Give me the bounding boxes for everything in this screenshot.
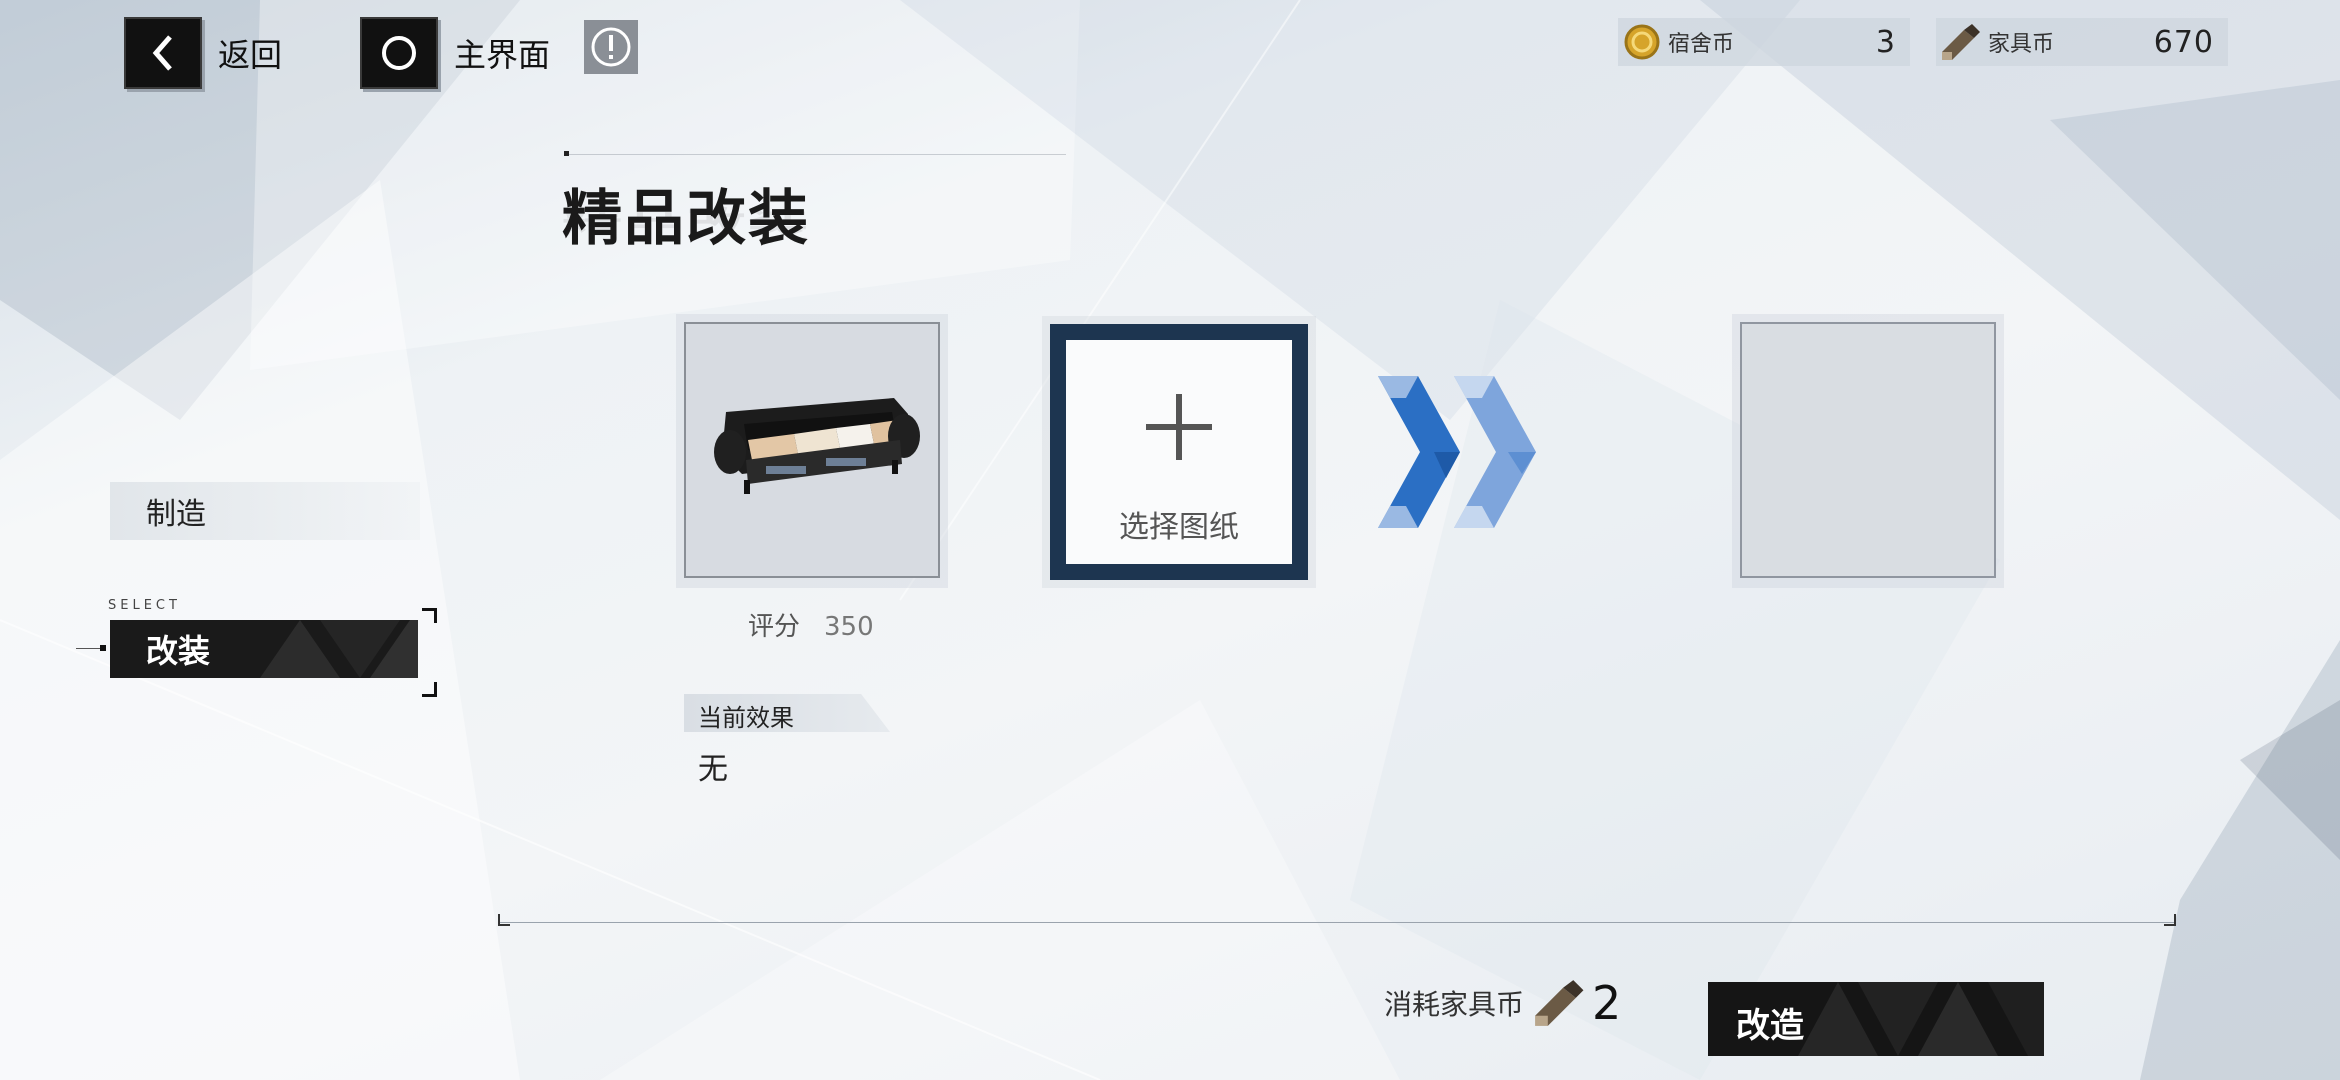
bracket-bottom-right <box>422 682 437 697</box>
plus-icon <box>1146 394 1212 460</box>
back-button[interactable]: 返回 <box>124 17 283 89</box>
current-effect-title: 当前效果 <box>698 704 794 732</box>
chevron-arrows-icon <box>1378 376 1536 528</box>
current-effect-tag: 当前效果 <box>684 694 890 732</box>
menu-item-make[interactable]: 制造 <box>110 482 420 540</box>
furniture-coin-name: 家具币 <box>1988 32 2055 57</box>
furniture-coin-value: 670 <box>2153 24 2214 60</box>
back-label: 返回 <box>218 36 283 74</box>
furniture-coin-icon <box>1942 24 1980 60</box>
score-label: 评分 <box>748 612 801 642</box>
menu-item-modify-label: 改装 <box>146 632 211 670</box>
bracket-top-right <box>422 608 437 623</box>
title-rule <box>566 154 1066 155</box>
divider-corner-left <box>498 914 510 926</box>
item-slot[interactable] <box>684 322 940 578</box>
home-circle-icon <box>360 17 438 89</box>
divider-corner-right <box>2164 914 2176 926</box>
home-button[interactable]: 主界面 <box>360 17 551 89</box>
modify-button[interactable]: 改造 <box>1708 982 2044 1056</box>
item-score: 评分 350 <box>748 606 874 643</box>
menu-item-modify[interactable]: 改装 <box>110 620 418 678</box>
cost-label: 消耗家具币 <box>1384 988 1525 1021</box>
cost-display: 消耗家具币 2 <box>1384 976 1621 1030</box>
back-arrow-icon <box>124 17 202 89</box>
furniture-coin-icon <box>1535 980 1584 1026</box>
blueprint-label: 选择图纸 <box>1119 510 1239 545</box>
current-effect-value: 无 <box>698 752 728 787</box>
sofa-icon <box>714 398 920 494</box>
select-tag: SELECT <box>108 598 181 613</box>
info-button[interactable] <box>584 20 638 74</box>
dorm-coin-value: 3 <box>1875 24 1896 60</box>
exclamation-icon <box>591 27 631 67</box>
menu-item-make-label: 制造 <box>146 497 206 532</box>
dorm-coin-icon <box>1624 24 1660 60</box>
home-label: 主界面 <box>454 36 551 74</box>
dorm-coin-counter: 宿舍币 3 <box>1618 18 1910 66</box>
select-blueprint-slot[interactable]: 选择图纸 <box>1050 324 1308 580</box>
furniture-coin-counter: 家具币 670 <box>1936 18 2228 66</box>
page-title: 精品改装 <box>562 184 810 254</box>
result-slot <box>1740 322 1996 578</box>
select-pointer-dot <box>100 645 106 651</box>
title-marker <box>564 151 569 156</box>
content-divider <box>498 922 2174 923</box>
cost-value: 2 <box>1592 976 1622 1030</box>
score-value: 350 <box>824 612 874 642</box>
modify-button-label: 改造 <box>1736 1006 1804 1046</box>
dorm-coin-name: 宿舍币 <box>1668 32 1735 57</box>
